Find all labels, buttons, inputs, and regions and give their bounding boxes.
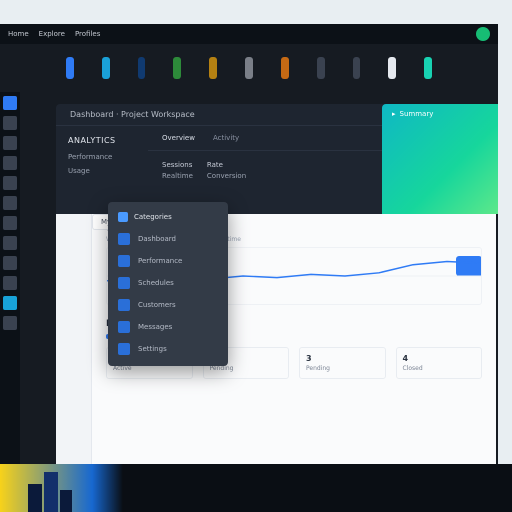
menu-explore[interactable]: Explore xyxy=(39,30,65,38)
gradient-panel: ▸Summary xyxy=(382,104,498,214)
app-icon[interactable] xyxy=(138,57,146,79)
order-card[interactable]: 3Pending xyxy=(299,347,386,379)
rail-icon[interactable] xyxy=(3,236,17,250)
floating-menu: Categories DashboardPerformanceSchedules… xyxy=(108,202,228,366)
rail-icon[interactable] xyxy=(3,116,17,130)
menu-item-icon xyxy=(118,233,130,245)
tab-overview[interactable]: Overview xyxy=(162,134,195,142)
left-rail xyxy=(0,92,20,464)
app-icon[interactable] xyxy=(173,57,181,79)
user-avatar[interactable] xyxy=(476,27,490,41)
app-icon[interactable] xyxy=(281,57,289,79)
app-icon[interactable] xyxy=(245,57,253,79)
rail-icon[interactable] xyxy=(3,256,17,270)
stat-card: Rate Conversion xyxy=(207,161,246,180)
rail-icon[interactable] xyxy=(3,96,17,110)
bottom-bar xyxy=(0,464,512,512)
menu-item[interactable]: Dashboard xyxy=(108,228,228,250)
top-menubar: Home Explore Profiles xyxy=(0,24,498,44)
menu-item-icon xyxy=(118,343,130,355)
menu-item[interactable]: Performance xyxy=(108,250,228,272)
rail-icon[interactable] xyxy=(3,176,17,190)
menu-item[interactable]: Messages xyxy=(108,316,228,338)
sidebar-item[interactable]: Performance xyxy=(68,153,136,161)
menu-item[interactable]: Schedules xyxy=(108,272,228,294)
app-icon[interactable] xyxy=(424,57,432,79)
app-icon[interactable] xyxy=(353,57,361,79)
menu-item-icon xyxy=(118,255,130,267)
app-icon[interactable] xyxy=(102,57,110,79)
app-icon-row xyxy=(0,44,498,92)
dark-panel-sidebar: ANALYTICS Performance Usage xyxy=(56,126,148,214)
rail-icon[interactable] xyxy=(3,156,17,170)
grid-icon xyxy=(118,212,128,222)
rail-icon[interactable] xyxy=(3,136,17,150)
rail-icon[interactable] xyxy=(3,276,17,290)
rail-icon[interactable] xyxy=(3,316,17,330)
menu-home[interactable]: Home xyxy=(8,30,29,38)
floating-menu-header: Categories xyxy=(108,208,228,228)
menu-item-icon xyxy=(118,277,130,289)
app-icon[interactable] xyxy=(66,57,74,79)
menu-item[interactable]: Customers xyxy=(108,294,228,316)
sidebar-item[interactable]: Usage xyxy=(68,167,136,175)
order-card[interactable]: 4Closed xyxy=(396,347,483,379)
app-icon[interactable] xyxy=(209,57,217,79)
app-icon[interactable] xyxy=(388,57,396,79)
menu-item-icon xyxy=(118,321,130,333)
app-icon[interactable] xyxy=(317,57,325,79)
sidebar-title: ANALYTICS xyxy=(68,136,136,145)
rail-icon[interactable] xyxy=(3,296,17,310)
tab-activity[interactable]: Activity xyxy=(213,134,239,142)
bottom-art-icon xyxy=(28,464,88,512)
menu-item[interactable]: Settings xyxy=(108,338,228,360)
gradient-header: ▸Summary xyxy=(382,104,498,124)
menu-profiles[interactable]: Profiles xyxy=(75,30,100,38)
rail-icon[interactable] xyxy=(3,216,17,230)
white-panel-rail xyxy=(56,214,92,464)
menu-item-icon xyxy=(118,299,130,311)
stat-card: Sessions Realtime xyxy=(162,161,193,180)
rail-icon[interactable] xyxy=(3,196,17,210)
